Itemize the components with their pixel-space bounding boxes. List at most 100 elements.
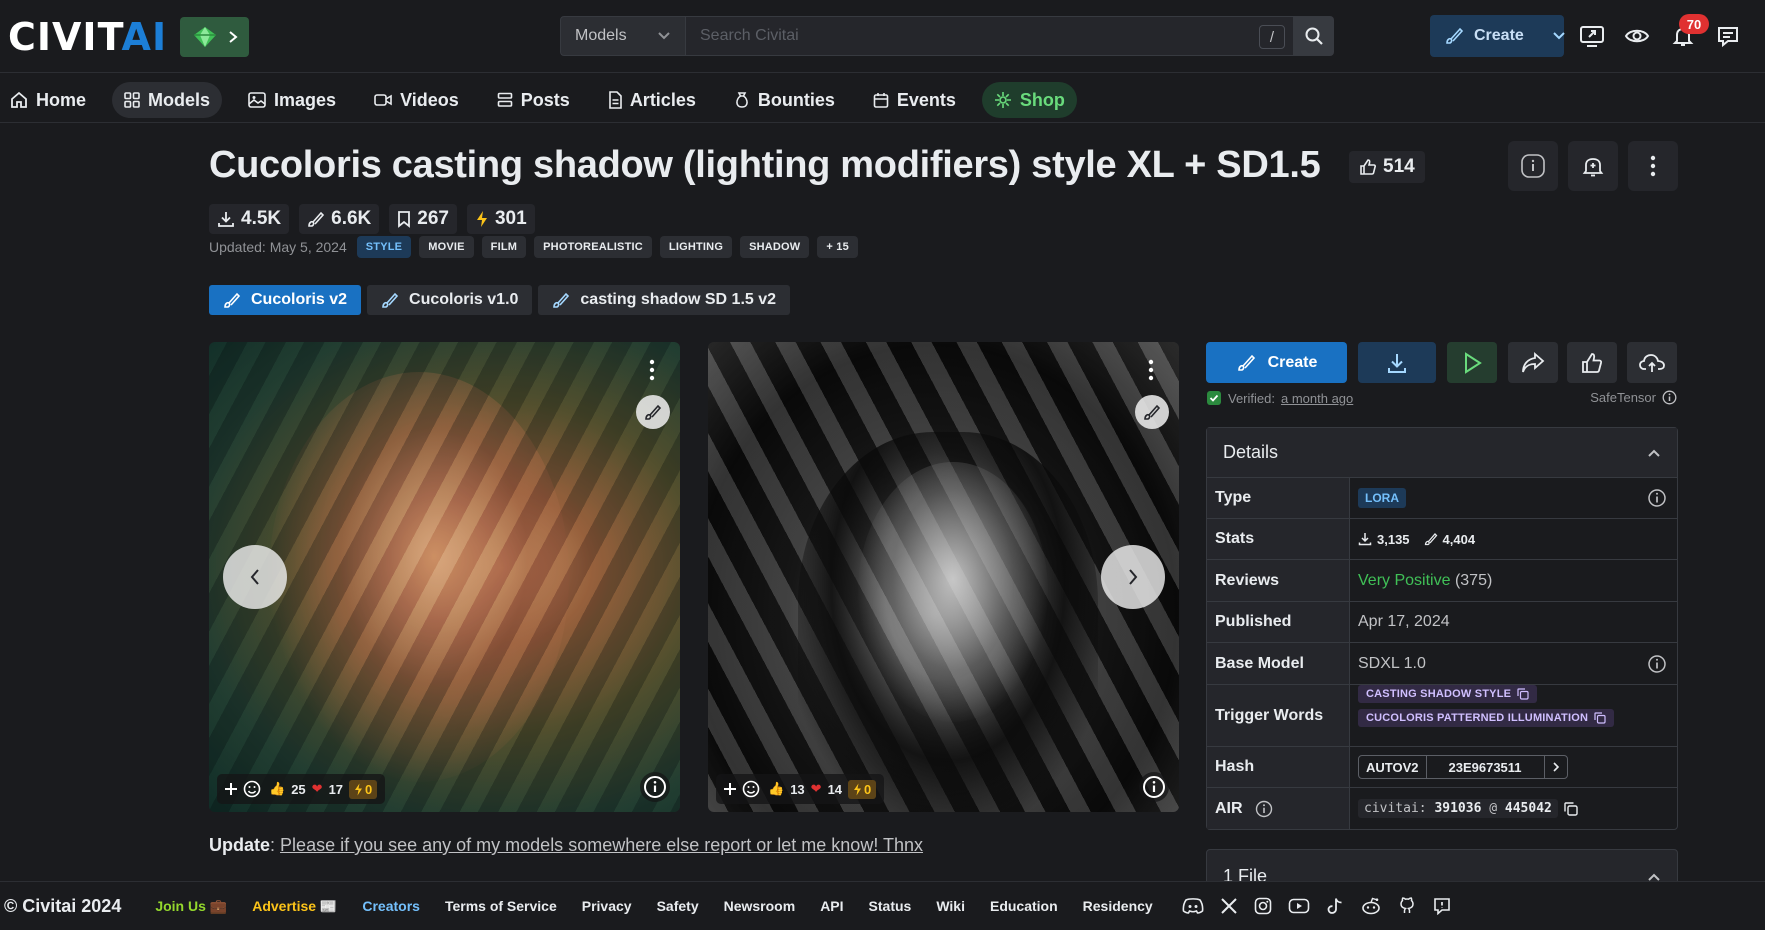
details-toggle[interactable]: Details — [1207, 428, 1677, 478]
nav-videos[interactable]: Videos — [362, 82, 471, 118]
footer-link-education[interactable]: Education — [990, 898, 1058, 914]
featured-badge-button[interactable] — [180, 17, 249, 57]
run-button[interactable] — [1447, 342, 1497, 383]
add-reaction-button[interactable] — [225, 779, 263, 799]
version-tab-cucoloris-v2[interactable]: Cucoloris v2 — [209, 285, 362, 315]
trigger-word-copy[interactable]: CASTING SHADOW STYLE — [1358, 685, 1538, 703]
image-reactions: 👍 25 ❤ 17 0 — [217, 774, 386, 804]
image-info-button[interactable] — [640, 772, 670, 802]
search-shortcut-key: / — [1259, 25, 1285, 49]
buzz-tip-button[interactable]: 0 — [848, 779, 877, 799]
github-icon[interactable] — [1398, 897, 1416, 915]
hash-type[interactable]: AUTOV2 — [1359, 756, 1426, 778]
trigger-word-copy[interactable]: CUCOLORIS PATTERNED ILLUMINATION — [1358, 709, 1615, 727]
instagram-icon[interactable] — [1254, 897, 1272, 915]
thumbs-up-emoji-icon[interactable]: 👍 — [269, 781, 285, 797]
chat-icon[interactable] — [1714, 22, 1742, 50]
info-icon[interactable] — [1647, 488, 1667, 508]
footer-link-residency[interactable]: Residency — [1083, 898, 1153, 914]
tag-style[interactable]: STYLE — [356, 236, 412, 258]
carousel-next-button[interactable] — [1101, 545, 1165, 609]
footer-link-advertise[interactable]: Advertise 📰 — [252, 898, 337, 915]
nav-models[interactable]: Models — [112, 82, 223, 118]
nav-shop[interactable]: Shop — [981, 82, 1077, 118]
tag-film[interactable]: FILM — [481, 236, 527, 258]
hash-selector[interactable]: AUTOV2 23E9673511 — [1358, 755, 1568, 779]
tag-photorealistic[interactable]: PHOTOREALISTIC — [534, 236, 652, 258]
gallery-image-2[interactable]: 👍 13 ❤ 14 0 — [708, 342, 1179, 812]
info-icon[interactable] — [1647, 654, 1667, 674]
heart-emoji-icon[interactable]: ❤ — [811, 781, 822, 797]
reddit-icon[interactable] — [1360, 897, 1382, 915]
tag-movie[interactable]: MOVIE — [419, 236, 474, 258]
hash-value[interactable]: 23E9673511 — [1425, 756, 1545, 778]
nav-images[interactable]: Images — [236, 82, 348, 118]
buzz-tip-button[interactable]: 0 — [349, 779, 378, 799]
description-link[interactable]: Please if you see any of my models somew… — [280, 835, 923, 855]
nav-articles[interactable]: Articles — [596, 82, 708, 118]
footer-link-join-us[interactable]: Join Us 💼 — [155, 898, 227, 915]
download-icon — [217, 210, 235, 228]
copyright: © Civitai 2024 — [4, 895, 122, 916]
more-options-button[interactable] — [1628, 141, 1678, 191]
discord-icon[interactable] — [1182, 897, 1204, 915]
footer-link-privacy[interactable]: Privacy — [582, 898, 632, 914]
gallery-image-1[interactable]: 👍 25 ❤ 17 0 — [209, 342, 680, 812]
bookmarks-stat: 267 — [389, 204, 457, 234]
footer-link-creators[interactable]: Creators — [362, 898, 420, 914]
more-tags-button[interactable]: + 15 — [817, 236, 858, 258]
create-button[interactable]: Create — [1206, 342, 1347, 383]
info-icon[interactable] — [1255, 800, 1273, 818]
remix-button[interactable] — [636, 395, 670, 429]
like-button[interactable] — [1567, 342, 1617, 383]
search-button[interactable] — [1294, 16, 1334, 56]
chevron-right-icon[interactable] — [1545, 756, 1567, 778]
bolt-icon — [854, 783, 862, 795]
thumbs-up-emoji-icon[interactable]: 👍 — [768, 781, 784, 797]
carousel-prev-button[interactable] — [223, 545, 287, 609]
footer-link-terms[interactable]: Terms of Service — [445, 898, 557, 914]
image-info-button[interactable] — [1139, 772, 1169, 802]
version-tab-cucoloris-v1[interactable]: Cucoloris v1.0 — [367, 285, 533, 315]
x-twitter-icon[interactable] — [1220, 897, 1238, 915]
feedback-chat-icon[interactable] — [1432, 897, 1452, 915]
add-reaction-button[interactable] — [724, 779, 762, 799]
notify-button[interactable] — [1568, 141, 1618, 191]
screen-cast-icon[interactable] — [1578, 22, 1606, 50]
image-menu-button[interactable] — [642, 356, 662, 384]
heart-emoji-icon[interactable]: ❤ — [312, 781, 323, 797]
footer-link-safety[interactable]: Safety — [657, 898, 699, 914]
share-button[interactable] — [1508, 342, 1558, 383]
tag-lighting[interactable]: LIGHTING — [659, 236, 733, 258]
download-button[interactable] — [1358, 342, 1436, 383]
nav-posts[interactable]: Posts — [485, 82, 582, 118]
version-tab-casting-shadow-sd15[interactable]: casting shadow SD 1.5 v2 — [538, 285, 791, 315]
eye-icon[interactable] — [1623, 22, 1651, 50]
image-menu-button[interactable] — [1141, 356, 1161, 384]
tiktok-icon[interactable] — [1326, 897, 1344, 915]
footer-link-newsroom[interactable]: Newsroom — [724, 898, 796, 914]
nav-events[interactable]: Events — [861, 82, 968, 118]
nav-bounties[interactable]: Bounties — [722, 82, 847, 118]
detail-row-air: AIR civitai: 391036 @ 445042 — [1207, 788, 1677, 829]
model-info-button[interactable] — [1508, 141, 1558, 191]
search-category-select[interactable]: Models — [560, 16, 686, 56]
nav-home[interactable]: Home — [0, 82, 98, 118]
footer-link-api[interactable]: API — [820, 898, 843, 914]
search-input[interactable]: Search Civitai / — [686, 16, 1294, 56]
reviews-link[interactable]: Very Positive (375) — [1350, 560, 1677, 601]
tag-shadow[interactable]: SHADOW — [740, 236, 810, 258]
create-menu-button[interactable]: Create — [1430, 15, 1565, 57]
footer-link-wiki[interactable]: Wiki — [936, 898, 965, 914]
remix-button[interactable] — [1135, 395, 1169, 429]
likes-count[interactable]: 514 — [1349, 151, 1425, 183]
nav-label: Videos — [400, 89, 459, 110]
upload-cloud-button[interactable] — [1627, 342, 1677, 383]
info-icon[interactable] — [1662, 390, 1677, 405]
civitai-logo[interactable]: CIVITAI — [8, 18, 167, 56]
verified-time-link[interactable]: a month ago — [1281, 391, 1353, 406]
copy-icon[interactable] — [1564, 801, 1578, 816]
youtube-icon[interactable] — [1288, 897, 1310, 915]
footer-link-status[interactable]: Status — [869, 898, 912, 914]
share-icon — [1521, 351, 1545, 374]
